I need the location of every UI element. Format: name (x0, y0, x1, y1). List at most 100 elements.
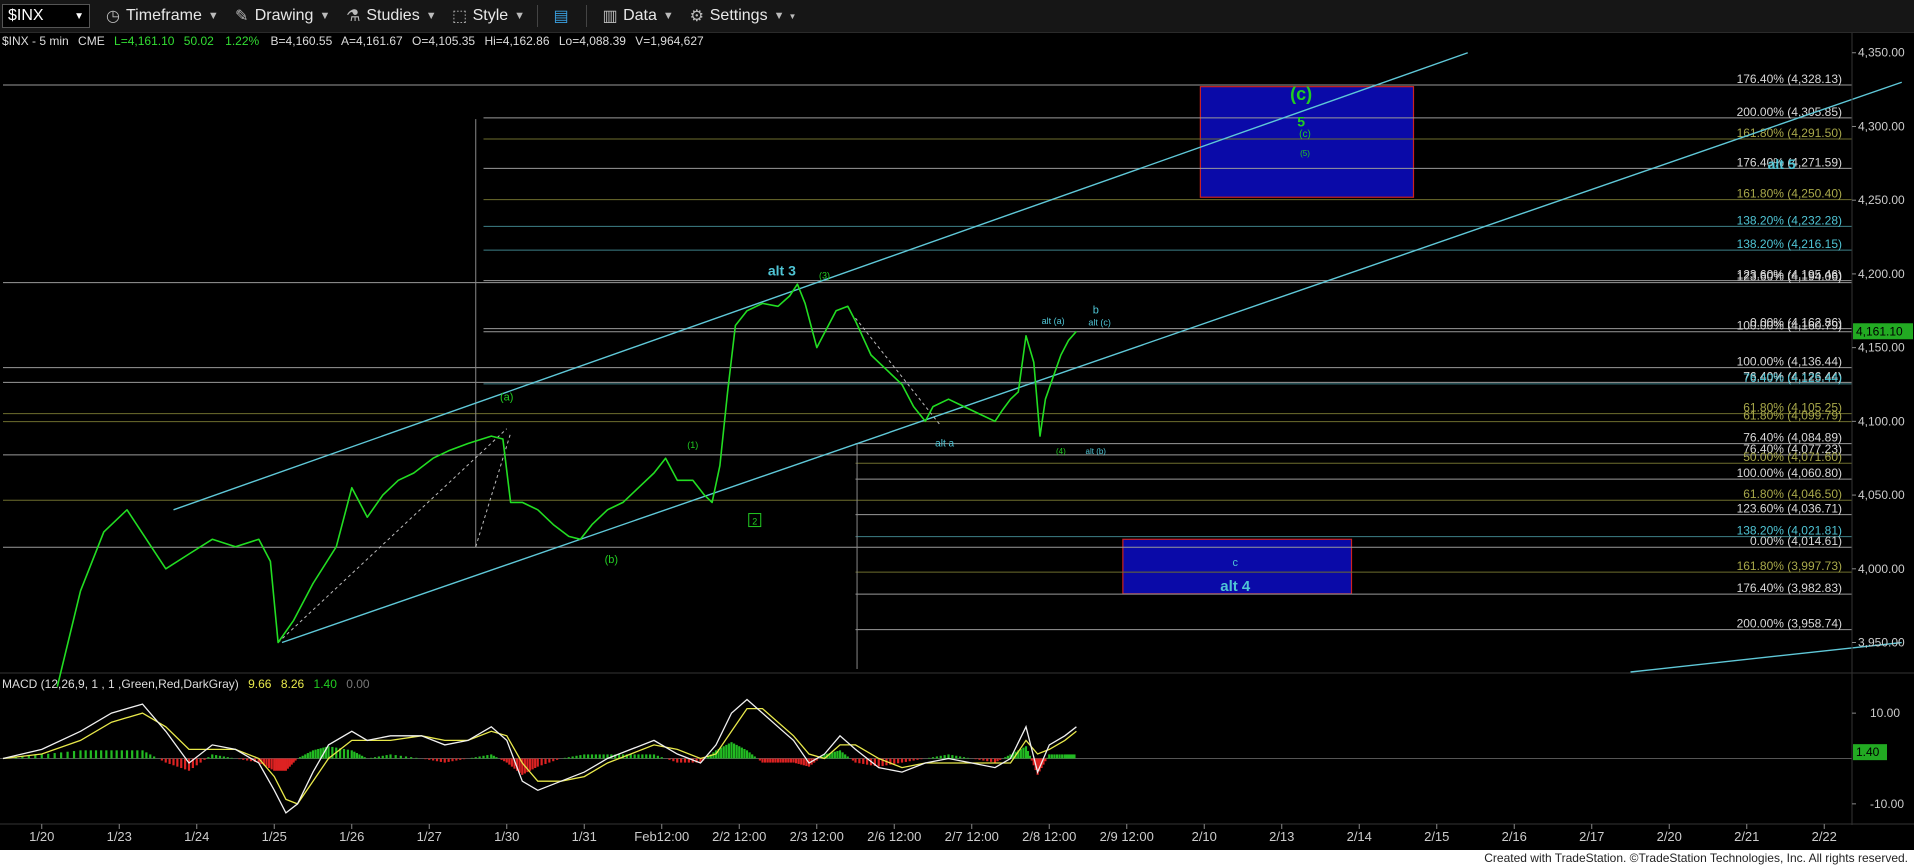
wave-label: alt (b) (1086, 447, 1107, 456)
chevron-down-icon: ▼ (662, 10, 674, 22)
wave-label: (a) (500, 392, 513, 404)
symbol-input[interactable]: $INX ▼ (2, 4, 90, 28)
y-tick-label: 4,250.00 (1858, 193, 1905, 207)
chevron-down-icon: ▼ (514, 10, 526, 22)
fib-level-label: 100.00% (4,160.79) (1737, 319, 1842, 333)
macd-y-tick-label: -10.00 (1870, 797, 1904, 811)
fib-level-label: 161.80% (4,291.50) (1737, 126, 1842, 140)
quote-open: O=4,105.35 (412, 34, 475, 48)
x-tick-label: 2/9 12:00 (1100, 829, 1154, 844)
drawing-button[interactable]: ✎ Drawing ▼ (233, 6, 331, 26)
fib-level-label: 61.80% (4,099.79) (1743, 409, 1842, 423)
quote-header: $INX - 5 min CME L=4,161.10 50.02 1.22% … (2, 34, 704, 48)
chevron-down-icon: ▼ (74, 10, 84, 22)
fib-level-label: 161.80% (3,997.73) (1737, 559, 1842, 573)
wave-label: (1) (687, 440, 698, 450)
macd-last-label: 1.40 (1856, 745, 1880, 759)
y-tick-label: 4,000.00 (1858, 562, 1905, 576)
data-label: Data (623, 7, 657, 24)
x-tick-label: 2/14 (1347, 829, 1372, 844)
fib-level-label: 123.60% (4,195.46) (1737, 268, 1842, 282)
wave-label: (3) (819, 270, 830, 280)
quote-bid: B=4,160.55 (271, 34, 333, 48)
last-price-label: 4,161.10 (1856, 324, 1903, 338)
fib-level-label: 200.00% (3,958.74) (1737, 617, 1842, 631)
x-tick-label: 2/7 12:00 (945, 829, 999, 844)
macd-value: 9.66 (248, 677, 272, 691)
wave-label: b (1093, 305, 1099, 317)
x-tick-label: 2/13 (1269, 829, 1294, 844)
wave-label: (c) (1290, 84, 1312, 104)
quote-ask: A=4,161.67 (341, 34, 403, 48)
fib-level-label: 100.00% (4,136.44) (1737, 355, 1842, 369)
chevron-down-icon: ▼ (788, 11, 797, 21)
quote-volume: V=1,964,627 (635, 34, 704, 48)
wave-label: alt 3 (768, 262, 796, 278)
quote-low: Lo=4,088.39 (559, 34, 626, 48)
x-tick-label: 2/16 (1502, 829, 1527, 844)
settings-button[interactable]: ⚙ Settings ▼ ▼ (688, 6, 797, 26)
macd-label: MACD (12,26,9, 1 , 1 ,Green,Red,DarkGray… (2, 677, 239, 691)
chevron-down-icon: ▼ (773, 10, 785, 22)
x-tick-label: 2/17 (1579, 829, 1604, 844)
footer-text: Created with TradeStation. ©TradeStation… (1484, 851, 1908, 865)
quote-last: L=4,161.10 (114, 34, 175, 48)
chevron-down-icon: ▼ (319, 10, 331, 22)
macd-y-tick-label: 10.00 (1870, 706, 1900, 720)
fib-level-label: 138.20% (4,232.28) (1737, 213, 1842, 227)
drawing-label: Drawing (254, 7, 314, 24)
y-tick-label: 4,300.00 (1858, 119, 1905, 133)
style-button[interactable]: ⬚ Style ▼ (451, 6, 525, 26)
data-button[interactable]: ▥ Data ▼ (601, 6, 674, 26)
wave-label: c (1233, 557, 1239, 569)
toolbar: $INX ▼ ◷ Timeframe ▼ ✎ Drawing ▼ ⚗ Studi… (0, 0, 1914, 33)
chart-background (0, 33, 1914, 850)
layout-button[interactable]: ▤ (552, 6, 574, 26)
flask-icon: ⚗ (346, 8, 361, 25)
macd-signal-value: 8.26 (281, 677, 305, 691)
chevron-down-icon: ▼ (207, 10, 219, 22)
chevron-down-icon: ▼ (425, 10, 437, 22)
fib-level-label: 200.00% (4,305.85) (1737, 105, 1842, 119)
quote-pct: 1.22% (225, 34, 259, 48)
wave-label: 5 (1297, 113, 1305, 129)
x-tick-label: 2/21 (1734, 829, 1759, 844)
toolbar-divider (537, 5, 539, 27)
pencil-icon: ✎ (235, 8, 249, 25)
quote-symbol: $INX - 5 min (2, 34, 69, 48)
x-tick-label: 2/22 (1812, 829, 1837, 844)
fib-level-label: 176.40% (3,982.83) (1737, 581, 1842, 595)
symbol-input-value: $INX (8, 7, 44, 24)
wave-label: (4) (1056, 447, 1066, 456)
fib-level-label: 76.40% (4,125.44) (1743, 371, 1842, 385)
wave-label: alt 5 (1768, 156, 1796, 172)
x-tick-label: 1/27 (417, 829, 442, 844)
x-tick-label: 1/20 (29, 829, 54, 844)
quote-exchange: CME (78, 34, 105, 48)
macd-hist-value: 1.40 (314, 677, 338, 691)
studies-label: Studies (366, 7, 420, 24)
x-tick-label: 2/15 (1424, 829, 1449, 844)
studies-button[interactable]: ⚗ Studies ▼ (344, 6, 436, 26)
x-tick-label: 2/6 12:00 (867, 829, 921, 844)
wave-label: 2 (752, 517, 757, 527)
footer: Created with TradeStation. ©TradeStation… (0, 850, 1914, 866)
wave-label: alt 4 (1220, 578, 1251, 595)
fib-level-label: 161.80% (4,250.40) (1737, 187, 1842, 201)
fib-level-label: 123.60% (4,036.71) (1737, 502, 1842, 516)
x-tick-label: 1/24 (184, 829, 209, 844)
macd-zero-value: 0.00 (346, 677, 370, 691)
x-tick-label: 2/3 12:00 (790, 829, 844, 844)
x-tick-label: 1/31 (572, 829, 597, 844)
wave-label: alt (c) (1088, 318, 1111, 328)
fib-level-label: 0.00% (4,014.61) (1750, 534, 1842, 548)
x-tick-label: 1/25 (262, 829, 287, 844)
clock-icon: ◷ (106, 8, 120, 25)
gear-icon: ⚙ (689, 8, 704, 25)
price-chart[interactable]: $INX - 5 min CME L=4,161.10 50.02 1.22% … (0, 33, 1914, 850)
x-tick-label: 2/10 (1192, 829, 1217, 844)
y-tick-label: 4,050.00 (1858, 488, 1905, 502)
fib-level-label: 100.00% (4,060.80) (1737, 466, 1842, 480)
timeframe-button[interactable]: ◷ Timeframe ▼ (104, 6, 219, 26)
x-tick-label: 2/8 12:00 (1022, 829, 1076, 844)
